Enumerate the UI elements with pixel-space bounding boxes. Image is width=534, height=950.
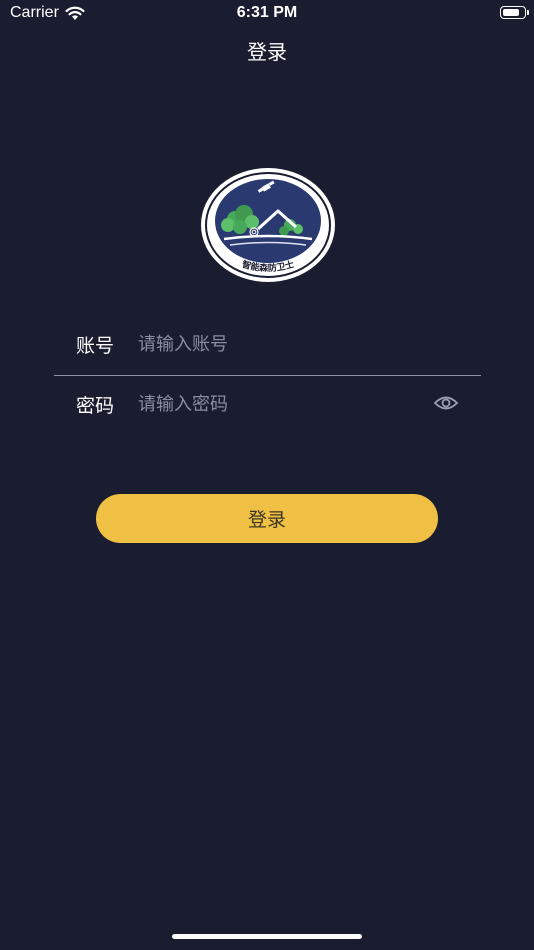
account-row: 账号 — [54, 315, 481, 376]
password-input[interactable] — [138, 389, 418, 419]
login-button[interactable]: 登录 — [96, 494, 438, 543]
home-indicator — [172, 934, 362, 939]
status-bar: Carrier 6:31 PM — [0, 0, 534, 28]
battery-icon — [500, 6, 529, 19]
battery-level — [503, 9, 519, 16]
eye-icon[interactable] — [433, 393, 459, 413]
password-label: 密码 — [76, 395, 115, 417]
page-title: 登录 — [247, 40, 287, 64]
app-logo: 智能森防卫士 — [201, 168, 335, 282]
account-input[interactable] — [138, 329, 418, 359]
status-time: 6:31 PM — [236, 4, 298, 21]
password-row: 密码 — [54, 375, 481, 435]
account-label: 账号 — [76, 335, 115, 357]
